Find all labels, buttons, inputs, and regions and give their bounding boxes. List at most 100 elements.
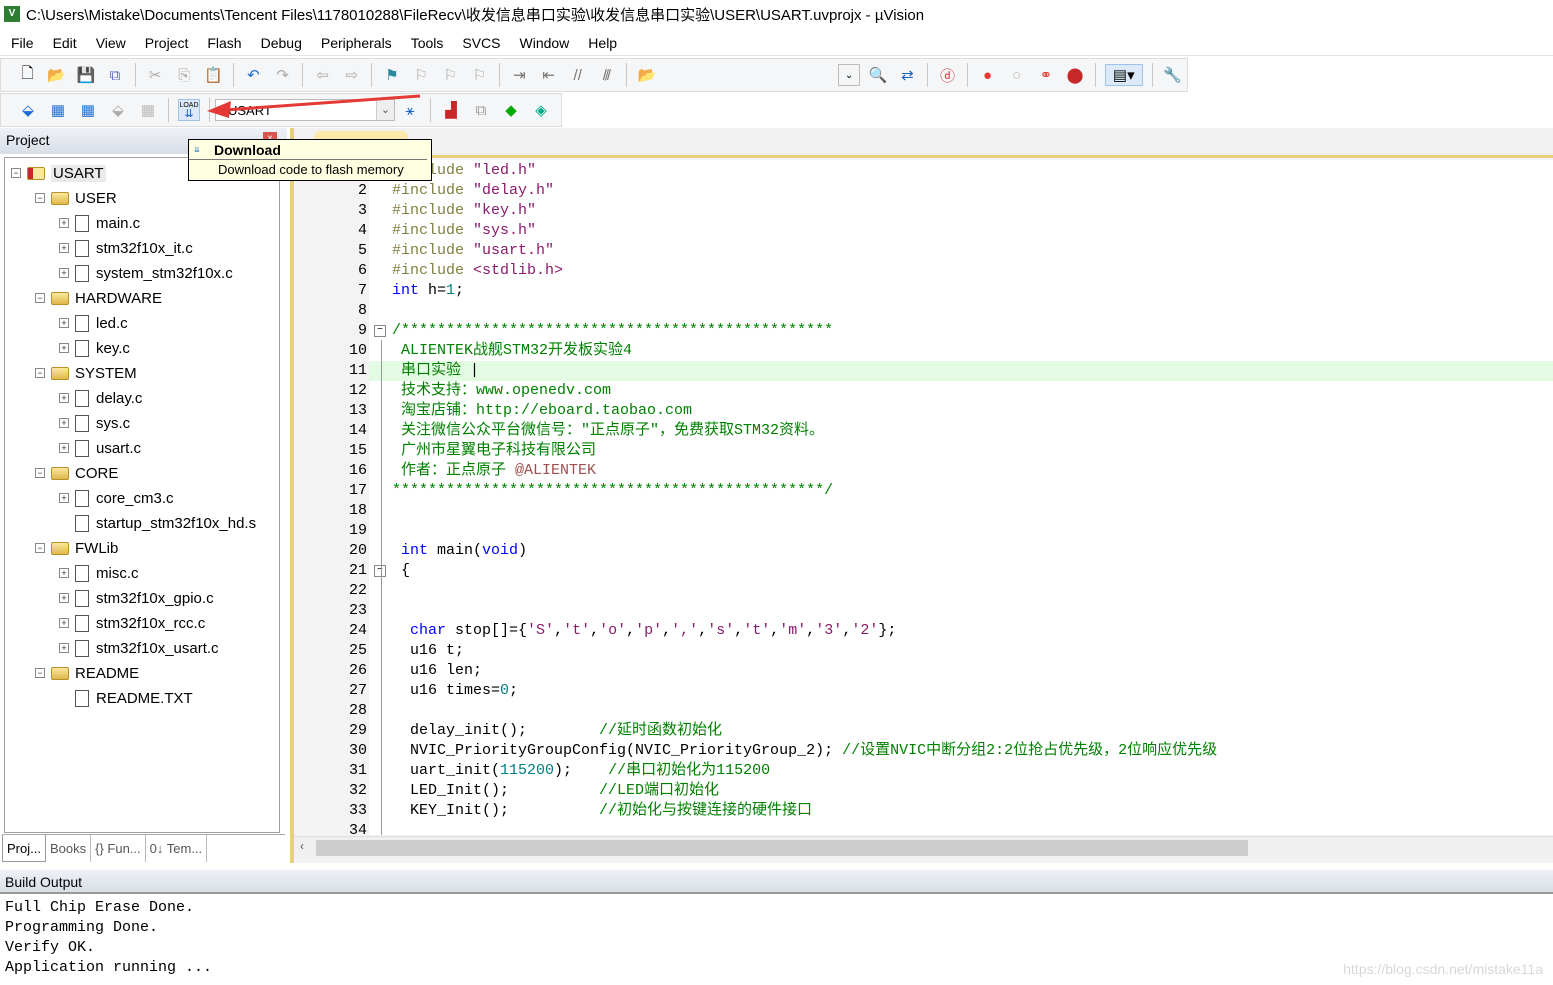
bookmark-icon[interactable]: ⚑ [381, 64, 402, 86]
menu-project[interactable]: Project [134, 35, 197, 51]
code-line[interactable]: 18 [294, 501, 1553, 521]
expand-icon[interactable]: + [59, 343, 69, 353]
menu-debug[interactable]: Debug [250, 35, 310, 51]
code-line[interactable]: 30 NVIC_PriorityGroupConfig(NVIC_Priorit… [294, 741, 1553, 761]
code-line[interactable]: 32 LED_Init(); //LED端口初始化 [294, 781, 1553, 801]
tree-file-item[interactable]: + key.c [59, 337, 130, 359]
clear-bookmarks-icon[interactable]: ⚐ [469, 64, 490, 86]
tree-group-item[interactable]: − README [35, 662, 139, 684]
breakpoint-icon[interactable]: ● [977, 64, 998, 86]
menu-svcs[interactable]: SVCS [451, 35, 508, 51]
tree-file-item[interactable]: + stm32f10x_rcc.c [59, 612, 205, 634]
fold-toggle-icon[interactable]: − [374, 565, 386, 577]
collapse-icon[interactable]: − [35, 543, 45, 553]
code-line[interactable]: 22 [294, 581, 1553, 601]
code-line[interactable]: 10 ALIENTEK战舰STM32开发板实验4 [294, 341, 1553, 361]
code-line[interactable]: 6 #include <stdlib.h> [294, 261, 1553, 281]
save-icon[interactable]: 💾 [75, 64, 96, 86]
debug-session-icon[interactable]: ⓓ [937, 64, 958, 86]
menu-tools[interactable]: Tools [400, 35, 452, 51]
fold-toggle-icon[interactable]: − [374, 325, 386, 337]
expand-icon[interactable]: + [59, 218, 69, 228]
find-icon[interactable]: 🔍 [868, 64, 889, 86]
code-line[interactable]: 7 int h=1; [294, 281, 1553, 301]
find-dropdown-icon[interactable]: ⌄ [838, 64, 860, 86]
download-load-button[interactable]: LOAD ⇊ [178, 99, 200, 121]
code-line[interactable]: 11 串口实验 | [294, 361, 1553, 381]
comment-icon[interactable]: // [567, 64, 588, 86]
window-layout-icon[interactable]: ▤▾ [1104, 64, 1144, 86]
stop-build-icon[interactable]: ▦ [137, 99, 159, 121]
tree-group-item[interactable]: − CORE [35, 462, 118, 484]
code-line[interactable]: 3 #include "key.h" [294, 201, 1553, 221]
expand-icon[interactable]: + [59, 418, 69, 428]
expand-icon[interactable]: + [59, 493, 69, 503]
code-line[interactable]: 17 **************************************… [294, 481, 1553, 501]
redo-icon[interactable]: ↷ [272, 64, 293, 86]
code-line[interactable]: 26 u16 len; [294, 661, 1553, 681]
tree-group-item[interactable]: − USER [35, 187, 117, 209]
menu-view[interactable]: View [85, 35, 134, 51]
disable-all-breakpoints-icon[interactable]: ⚭ [1035, 64, 1056, 86]
build-icon[interactable]: ▦ [47, 99, 69, 121]
code-line[interactable]: 4 #include "sys.h" [294, 221, 1553, 241]
scrollbar-thumb[interactable] [316, 840, 1248, 856]
code-line[interactable]: 9−/*************************************… [294, 321, 1553, 341]
prev-bookmark-icon[interactable]: ⚐ [411, 64, 432, 86]
tree-file-item[interactable]: + misc.c [59, 562, 139, 584]
menu-edit[interactable]: Edit [42, 35, 85, 51]
undo-icon[interactable]: ↶ [243, 64, 264, 86]
code-line[interactable]: 28 [294, 701, 1553, 721]
nav-forward-icon[interactable]: ⇨ [341, 64, 362, 86]
copy-icon[interactable]: ⎘ [174, 64, 195, 86]
run-time-env-icon[interactable]: ◈ [530, 99, 552, 121]
open-file-icon[interactable]: 📂 [46, 64, 67, 86]
code-line[interactable]: 1#include "led.h" [294, 161, 1553, 181]
menu-peripherals[interactable]: Peripherals [310, 35, 400, 51]
code-line[interactable]: 15 广州市星翼电子科技有限公司 [294, 441, 1553, 461]
code-line[interactable]: 33 KEY_Init(); //初始化与按键连接的硬件接口 [294, 801, 1553, 821]
nav-back-icon[interactable]: ⇦ [312, 64, 333, 86]
new-file-icon[interactable]: 🗋 [17, 64, 38, 86]
collapse-icon[interactable]: − [35, 293, 45, 303]
code-line[interactable]: 8 [294, 301, 1553, 321]
tree-file-item[interactable]: + stm32f10x_gpio.c [59, 587, 214, 609]
code-line[interactable]: 13 淘宝店铺：http://eboard.taobao.com [294, 401, 1553, 421]
tree-file-item[interactable]: +startup_stm32f10x_hd.s [59, 512, 256, 534]
expand-icon[interactable]: + [59, 318, 69, 328]
collapse-icon[interactable]: − [35, 468, 45, 478]
tree-group-item[interactable]: − FWLib [35, 537, 118, 559]
collapse-icon[interactable]: − [35, 193, 45, 203]
expand-icon[interactable]: + [59, 393, 69, 403]
code-line[interactable]: 16 作者：正点原子 @ALIENTEK [294, 461, 1553, 481]
collapse-icon[interactable]: − [35, 668, 45, 678]
tree-file-item[interactable]: + stm32f10x_usart.c [59, 637, 219, 659]
code-line[interactable]: 23 [294, 601, 1553, 621]
tree-file-item[interactable]: + led.c [59, 312, 128, 334]
tree-file-item[interactable]: + delay.c [59, 387, 142, 409]
code-line[interactable]: 29 delay_init(); //延时函数初始化 [294, 721, 1553, 741]
pack-installer-icon[interactable]: ◆ [500, 99, 522, 121]
manage-components-icon[interactable]: ▟ [440, 99, 462, 121]
code-line[interactable]: 21− { [294, 561, 1553, 581]
save-all-icon[interactable]: ⧉ [104, 64, 125, 86]
horizontal-scrollbar[interactable]: ‹ [294, 836, 1553, 858]
cut-icon[interactable]: ✂ [145, 64, 166, 86]
batch-build-icon[interactable]: ⬙ [107, 99, 129, 121]
tab-books[interactable]: Books [46, 835, 92, 862]
collapse-icon[interactable]: − [11, 168, 21, 178]
expand-icon[interactable]: + [59, 618, 69, 628]
menu-window[interactable]: Window [509, 35, 578, 51]
menu-help[interactable]: Help [577, 35, 625, 51]
tab-functions[interactable]: {} Fun... [91, 835, 146, 862]
code-line[interactable]: 2 #include "delay.h" [294, 181, 1553, 201]
expand-icon[interactable]: + [59, 593, 69, 603]
code-line[interactable]: 20 int main(void) [294, 541, 1553, 561]
code-line[interactable]: 12 技术支持：www.openedv.com [294, 381, 1553, 401]
code-editor[interactable]: 1#include "led.h"2#include "delay.h"3#in… [294, 160, 1553, 835]
expand-icon[interactable]: + [59, 443, 69, 453]
kill-breakpoints-icon[interactable]: ⬤ [1064, 64, 1085, 86]
expand-icon[interactable]: + [59, 568, 69, 578]
find-in-files-icon[interactable]: 📂 [636, 64, 657, 86]
menu-file[interactable]: File [0, 35, 42, 51]
